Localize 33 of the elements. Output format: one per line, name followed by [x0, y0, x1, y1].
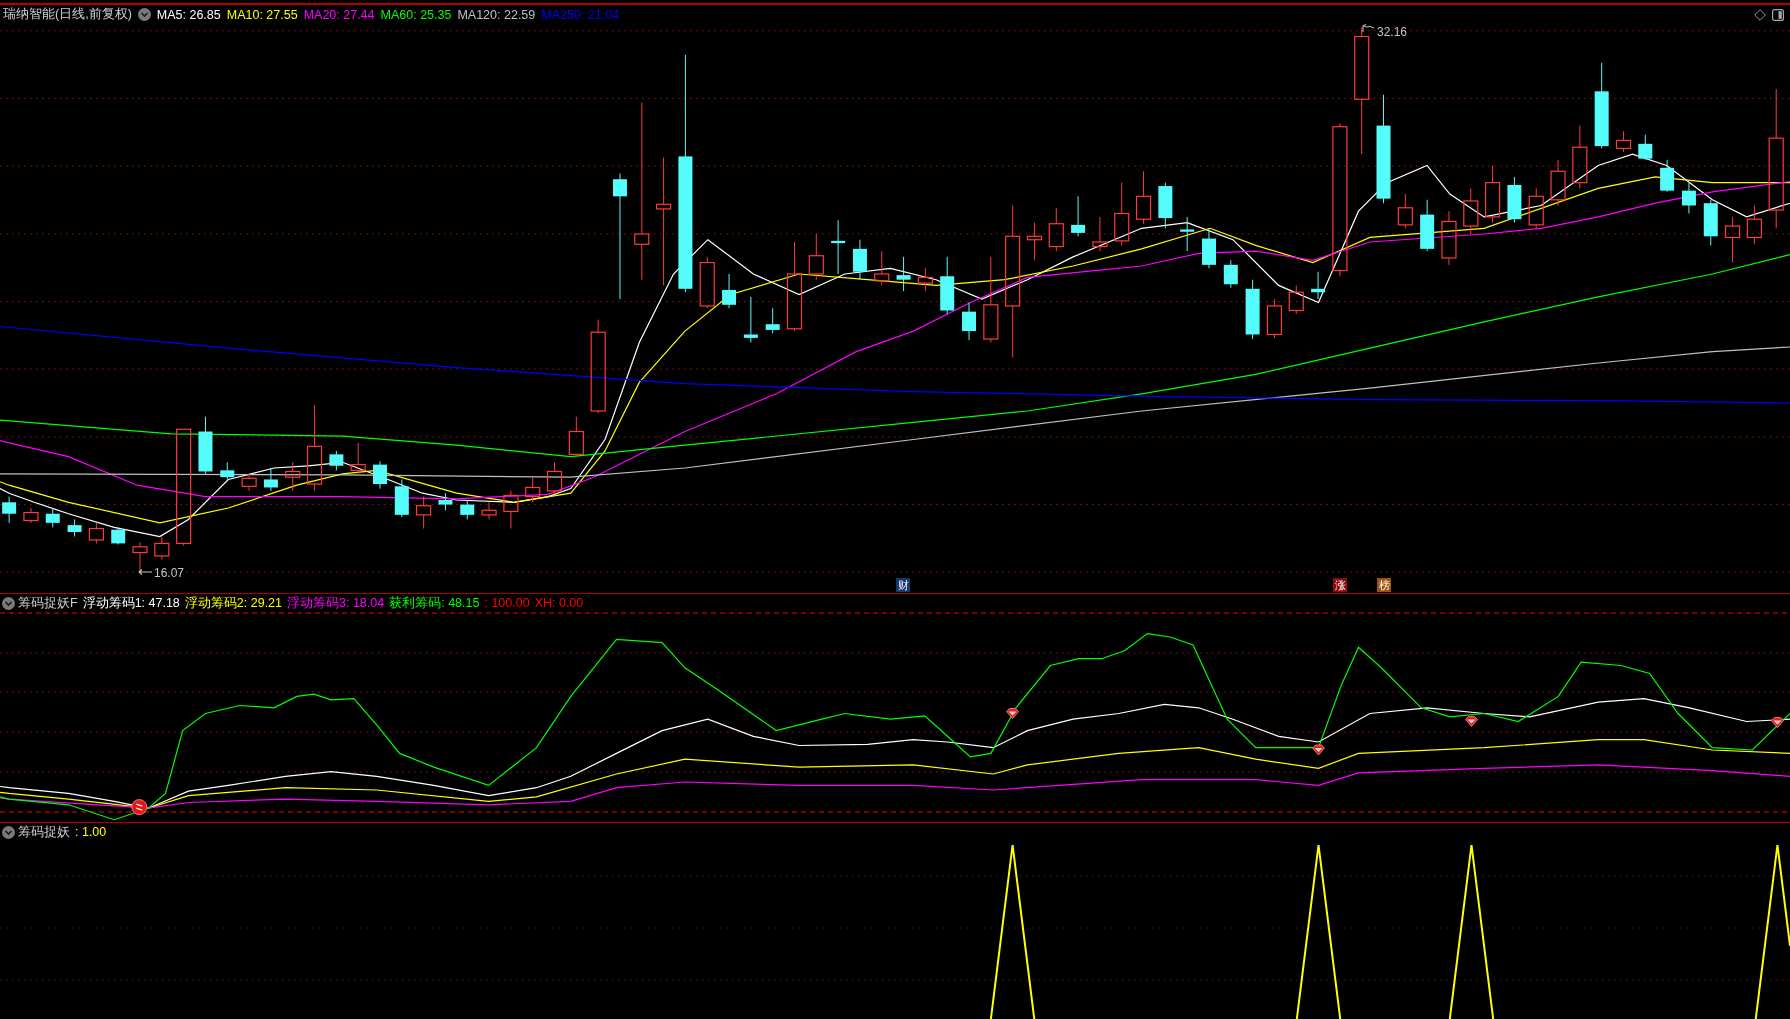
indicator-value: 获利筹码: 48.15 [389, 594, 480, 612]
indicator-value: MA250: 21.04 [541, 7, 620, 22]
gem-icon [1771, 717, 1784, 728]
indicator-value: MA120: 22.59 [457, 7, 536, 22]
indicator-value: XH: 0.00 [534, 596, 584, 610]
indicator-value: MA20: 27.44 [303, 7, 375, 22]
event-tag[interactable]: 涨 [1333, 578, 1347, 592]
indicator-title: 筹码捉妖 [18, 823, 70, 841]
gem-icon [1465, 716, 1478, 727]
indicator-value: : 1.00 [75, 825, 107, 839]
collapse-icon[interactable] [137, 8, 151, 21]
indicator-title: 筹码捉妖F [18, 594, 78, 612]
collapse-icon[interactable] [2, 596, 15, 610]
event-tag[interactable]: 财 [896, 578, 910, 592]
gem-icon [1312, 744, 1325, 756]
gem-icon [1006, 708, 1019, 719]
indicator-value: 浮动筹码3: 18.04 [287, 594, 385, 612]
indicator-value: : 100.00 [484, 596, 530, 610]
diamond-icon[interactable] [1754, 8, 1766, 21]
indicator-value: MA60: 25.35 [380, 7, 452, 22]
indicator-value: MA5: 26.85 [156, 7, 221, 22]
indicator-value: 浮动筹码2: 29.21 [184, 594, 282, 612]
indicator-value: 浮动筹码1: 47.18 [82, 594, 180, 612]
collapse-icon[interactable] [2, 825, 15, 839]
low-price-label: 16.07 [154, 565, 185, 580]
event-tag[interactable]: 榜 [1377, 578, 1391, 592]
high-price-label: 32.16 [1377, 25, 1408, 39]
stock-title: 瑞纳智能(日线,前复权) [3, 6, 132, 23]
pointer-arrow-icon [138, 568, 153, 576]
pointer-arrow-icon [1362, 24, 1375, 33]
signal-disc-icon [131, 799, 148, 816]
panel-toggle-icon[interactable] [1772, 8, 1784, 21]
indicator-value: MA10: 27.55 [226, 7, 298, 22]
